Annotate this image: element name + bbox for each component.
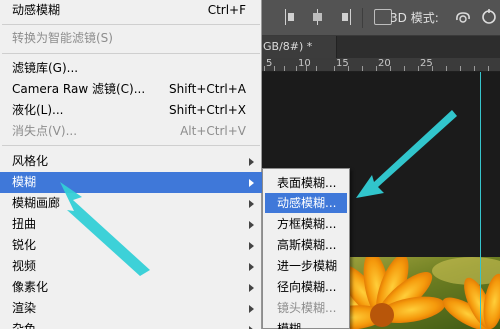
3d-mode-label: 3D 模式: xyxy=(390,11,439,25)
menu-item-label: 消失点(V)... xyxy=(12,124,78,138)
menu-item-shortcut: Alt+Ctrl+V xyxy=(180,124,246,138)
menu-item-video[interactable]: 视频 xyxy=(0,256,262,277)
menu-item-label: 液化(L)... xyxy=(12,103,64,117)
submenu-arrow-icon xyxy=(249,179,254,187)
submenu-item-radial-blur[interactable]: 径向模糊... xyxy=(265,277,347,297)
menu-item-filter-gallery[interactable]: 滤镜库(G)... xyxy=(0,58,262,79)
menu-item-label: 杂色 xyxy=(12,322,37,329)
3d-rotate-icon[interactable] xyxy=(454,8,472,26)
submenu-item-gaussian-blur[interactable]: 高斯模糊... xyxy=(265,235,347,255)
submenu-arrow-icon xyxy=(249,263,254,271)
menu-item-shortcut: Shift+Ctrl+A xyxy=(169,82,246,96)
align-left-icon[interactable] xyxy=(284,9,300,25)
submenu-item-label: 动感模糊... xyxy=(277,196,337,210)
menu-item-blur[interactable]: 模糊 xyxy=(0,172,262,193)
submenu-item-label: 径向模糊... xyxy=(277,280,337,294)
submenu-item-lens-blur[interactable]: 镜头模糊... xyxy=(265,298,347,318)
menu-item-label: Camera Raw 滤镜(C)... xyxy=(12,82,146,96)
menu-item-stylize[interactable]: 风格化 xyxy=(0,151,262,172)
menu-item-label: 渲染 xyxy=(12,301,37,315)
guide-line[interactable] xyxy=(480,72,481,329)
menu-item-label: 转换为智能滤镜(S) xyxy=(12,31,113,45)
submenu-item-surface-blur[interactable]: 表面模糊... xyxy=(265,173,347,193)
menu-item-label: 模糊 xyxy=(12,175,37,189)
submenu-arrow-icon xyxy=(249,221,254,229)
submenu-item-label: 高斯模糊... xyxy=(277,238,337,252)
menu-item-label: 风格化 xyxy=(12,154,49,168)
submenu-item-label: 方框模糊... xyxy=(277,217,337,231)
menu-item-label: 模糊画廊 xyxy=(12,196,61,210)
menu-item-label: 动感模糊 xyxy=(12,3,61,17)
menu-separator xyxy=(2,145,260,146)
ruler-mark: 25 xyxy=(420,58,433,69)
filter-menu: 动感模糊 Ctrl+F 转换为智能滤镜(S) 滤镜库(G)... Camera … xyxy=(0,0,262,329)
submenu-arrow-icon xyxy=(249,200,254,208)
menu-item-noise[interactable]: 杂色 xyxy=(0,319,262,329)
document-tab-title: GB/8#) * xyxy=(263,40,313,53)
menu-item-label: 滤镜库(G)... xyxy=(12,61,79,75)
options-bar-divider xyxy=(362,8,363,28)
submenu-item-label: 模糊 xyxy=(277,322,302,329)
document-tab[interactable]: GB/8#) * xyxy=(262,36,337,58)
submenu-item-motion-blur[interactable]: 动感模糊... xyxy=(265,193,347,213)
submenu-arrow-icon xyxy=(249,284,254,292)
menu-item-camera-raw[interactable]: Camera Raw 滤镜(C)... Shift+Ctrl+A xyxy=(0,79,262,100)
menu-item-last-filter[interactable]: 动感模糊 Ctrl+F xyxy=(0,0,262,21)
menu-item-blur-gallery[interactable]: 模糊画廊 xyxy=(0,193,262,214)
submenu-item-box-blur[interactable]: 方框模糊... xyxy=(265,214,347,234)
menu-item-label: 扭曲 xyxy=(12,217,37,231)
menu-item-shortcut: Ctrl+F xyxy=(207,3,246,17)
submenu-item-label: 表面模糊... xyxy=(277,176,337,190)
menu-item-label: 视频 xyxy=(12,259,37,273)
menu-item-liquify[interactable]: 液化(L)... Shift+Ctrl+X xyxy=(0,100,262,121)
menu-item-label: 锐化 xyxy=(12,238,37,252)
submenu-item-label: 镜头模糊... xyxy=(277,301,337,315)
ruler-mark: 10 xyxy=(298,58,311,69)
ruler-mark: 5 xyxy=(266,58,273,69)
menu-item-vanishing-point[interactable]: 消失点(V)... Alt+Ctrl+V xyxy=(0,121,262,142)
tab-strip xyxy=(337,36,500,58)
ruler-mark: 15 xyxy=(336,58,349,69)
menu-item-label: 像素化 xyxy=(12,280,49,294)
menu-item-render[interactable]: 渲染 xyxy=(0,298,262,319)
align-center-icon[interactable] xyxy=(310,9,326,25)
ruler-mark: 20 xyxy=(378,58,391,69)
menu-separator xyxy=(2,24,260,25)
submenu-arrow-icon xyxy=(249,158,254,166)
menu-item-sharpen[interactable]: 锐化 xyxy=(0,235,262,256)
submenu-item-label: 进一步模糊 xyxy=(277,259,338,273)
horizontal-ruler: 5 10 15 20 25 xyxy=(262,58,500,72)
menu-item-convert-smart-filter[interactable]: 转换为智能滤镜(S) xyxy=(0,28,262,49)
menu-item-pixelate[interactable]: 像素化 xyxy=(0,277,262,298)
menu-separator xyxy=(2,53,260,54)
submenu-item-blur-more[interactable]: 进一步模糊 xyxy=(265,256,347,276)
menu-item-shortcut: Shift+Ctrl+X xyxy=(169,103,246,117)
submenu-item-blur[interactable]: 模糊 xyxy=(265,319,347,329)
submenu-arrow-icon xyxy=(249,305,254,313)
blur-submenu: 表面模糊... 动感模糊... 方框模糊... 高斯模糊... 进一步模糊 径向… xyxy=(262,168,350,329)
3d-roll-icon[interactable] xyxy=(480,8,498,26)
menu-item-distort[interactable]: 扭曲 xyxy=(0,214,262,235)
align-right-icon[interactable] xyxy=(336,9,352,25)
submenu-arrow-icon xyxy=(249,242,254,250)
